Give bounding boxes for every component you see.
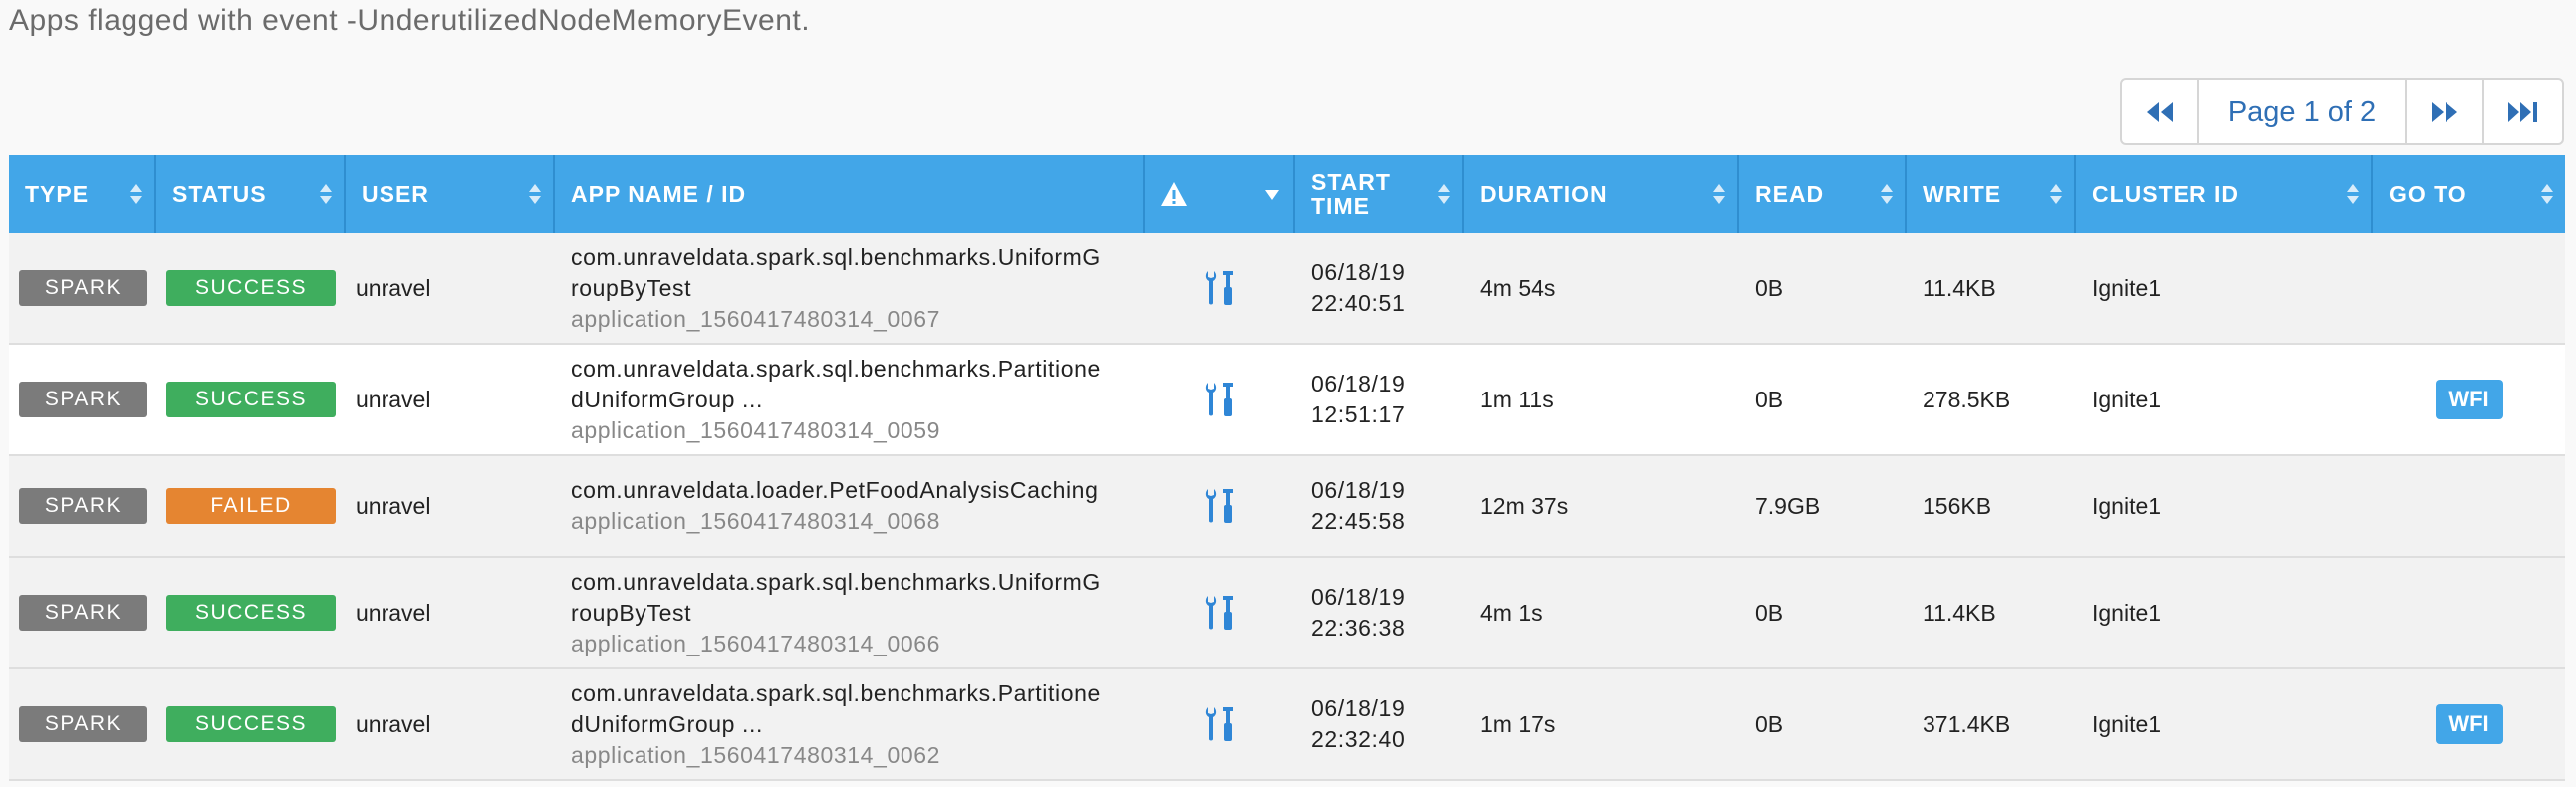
user-cell: unravel	[356, 599, 431, 626]
col-user[interactable]: USER	[346, 155, 555, 233]
type-badge: SPARK	[19, 706, 147, 742]
tools-icon[interactable]	[1204, 594, 1236, 632]
col-write[interactable]: WRITE	[1907, 155, 2076, 233]
cluster-cell: Ignite1	[2092, 599, 2162, 626]
page-caption: Apps flagged with event -UnderutilizedNo…	[9, 4, 811, 37]
col-cluster-id[interactable]: CLUSTER ID	[2076, 155, 2373, 233]
start-time-cell: 06/18/19 12:51:17	[1311, 371, 1406, 427]
sort-icon	[529, 184, 541, 204]
chevron-down-icon	[1265, 190, 1279, 200]
app-id: application_1560417480314_0062	[571, 741, 941, 768]
start-time-cell: 06/18/19 22:40:51	[1311, 259, 1406, 316]
skip-to-end-icon	[2508, 102, 2537, 122]
table-row[interactable]: SPARK SUCCESS unravel com.unraveldata.sp…	[9, 669, 2565, 781]
col-app-name[interactable]: APP NAME / ID	[555, 155, 1145, 233]
duration-cell: 4m 54s	[1480, 274, 1556, 301]
status-badge: FAILED	[166, 488, 336, 524]
apps-table: TYPE STATUS USER APP NAME / ID START TIM	[9, 155, 2565, 781]
app-name-cell[interactable]: com.unraveldata.spark.sql.benchmarks.Uni…	[555, 233, 1145, 343]
tools-icon[interactable]	[1204, 269, 1236, 307]
user-cell: unravel	[356, 274, 431, 301]
app-name-cell[interactable]: com.unraveldata.spark.sql.benchmarks.Uni…	[555, 558, 1145, 667]
cluster-cell: Ignite1	[2092, 710, 2162, 737]
sort-icon	[1881, 184, 1893, 204]
sort-icon	[2347, 184, 2359, 204]
start-time-cell: 06/18/19 22:45:58	[1311, 477, 1406, 534]
sort-icon	[1713, 184, 1725, 204]
prev-page-button[interactable]	[2122, 80, 2199, 143]
cluster-cell: Ignite1	[2092, 386, 2162, 412]
read-cell: 0B	[1755, 386, 1784, 412]
pagination: Page 1 of 2	[2120, 78, 2564, 145]
sort-icon	[2541, 184, 2553, 204]
type-badge: SPARK	[19, 595, 147, 631]
app-id: application_1560417480314_0059	[571, 416, 941, 443]
col-status[interactable]: STATUS	[156, 155, 346, 233]
read-cell: 7.9GB	[1755, 492, 1821, 519]
start-time-cell: 06/18/19 22:36:38	[1311, 584, 1406, 641]
type-badge: SPARK	[19, 270, 147, 306]
cluster-cell: Ignite1	[2092, 492, 2162, 519]
read-cell: 0B	[1755, 710, 1784, 737]
col-duration[interactable]: DURATION	[1464, 155, 1739, 233]
duration-cell: 1m 17s	[1480, 710, 1556, 737]
sort-icon	[320, 184, 332, 204]
user-cell: unravel	[356, 492, 431, 519]
col-start-time[interactable]: START TIME	[1295, 155, 1464, 233]
col-type[interactable]: TYPE	[9, 155, 156, 233]
app-id: application_1560417480314_0068	[571, 508, 941, 534]
tools-icon[interactable]	[1204, 487, 1236, 525]
type-badge: SPARK	[19, 488, 147, 524]
page-indicator: Page 1 of 2	[2199, 80, 2407, 143]
start-time-cell: 06/18/19 22:32:40	[1311, 695, 1406, 752]
table-header: TYPE STATUS USER APP NAME / ID START TIM	[9, 155, 2565, 233]
next-page-button[interactable]	[2407, 80, 2484, 143]
col-alerts[interactable]	[1145, 155, 1295, 233]
sort-icon	[2050, 184, 2062, 204]
write-cell: 278.5KB	[1923, 386, 2011, 412]
duration-cell: 1m 11s	[1480, 386, 1554, 412]
write-cell: 11.4KB	[1923, 599, 1996, 626]
last-page-button[interactable]	[2484, 80, 2562, 143]
duration-cell: 4m 1s	[1480, 599, 1543, 626]
table-row[interactable]: SPARK SUCCESS unravel com.unraveldata.sp…	[9, 345, 2565, 456]
sort-icon	[1438, 184, 1450, 204]
write-cell: 156KB	[1923, 492, 1992, 519]
status-badge: SUCCESS	[166, 382, 336, 417]
duration-cell: 12m 37s	[1480, 492, 1569, 519]
read-cell: 0B	[1755, 274, 1784, 301]
table-row[interactable]: SPARK SUCCESS unravel com.unraveldata.sp…	[9, 233, 2565, 345]
sort-icon	[130, 184, 142, 204]
read-cell: 0B	[1755, 599, 1784, 626]
warning-triangle-icon	[1161, 182, 1187, 206]
tools-icon[interactable]	[1204, 705, 1236, 743]
col-go-to[interactable]: GO TO	[2373, 155, 2565, 233]
cluster-cell: Ignite1	[2092, 274, 2162, 301]
write-cell: 11.4KB	[1923, 274, 1996, 301]
table-body: SPARK SUCCESS unravel com.unraveldata.sp…	[9, 233, 2565, 781]
app-name-cell[interactable]: com.unraveldata.loader.PetFoodAnalysisCa…	[555, 456, 1145, 556]
write-cell: 371.4KB	[1923, 710, 2011, 737]
wfi-button[interactable]: WFI	[2435, 704, 2503, 744]
status-badge: SUCCESS	[166, 595, 336, 631]
table-row[interactable]: SPARK FAILED unravel com.unraveldata.loa…	[9, 456, 2565, 558]
status-badge: SUCCESS	[166, 706, 336, 742]
status-badge: SUCCESS	[166, 270, 336, 306]
wfi-button[interactable]: WFI	[2435, 380, 2503, 419]
table-row[interactable]: SPARK SUCCESS unravel com.unraveldata.sp…	[9, 558, 2565, 669]
user-cell: unravel	[356, 710, 431, 737]
app-id: application_1560417480314_0066	[571, 630, 941, 656]
double-chevron-left-icon	[2147, 102, 2173, 122]
type-badge: SPARK	[19, 382, 147, 417]
user-cell: unravel	[356, 386, 431, 412]
app-name-cell[interactable]: com.unraveldata.spark.sql.benchmarks.Par…	[555, 345, 1145, 454]
app-name-cell[interactable]: com.unraveldata.spark.sql.benchmarks.Par…	[555, 669, 1145, 779]
tools-icon[interactable]	[1204, 381, 1236, 418]
double-chevron-right-icon	[2432, 102, 2457, 122]
col-read[interactable]: READ	[1739, 155, 1907, 233]
app-id: application_1560417480314_0067	[571, 305, 941, 332]
